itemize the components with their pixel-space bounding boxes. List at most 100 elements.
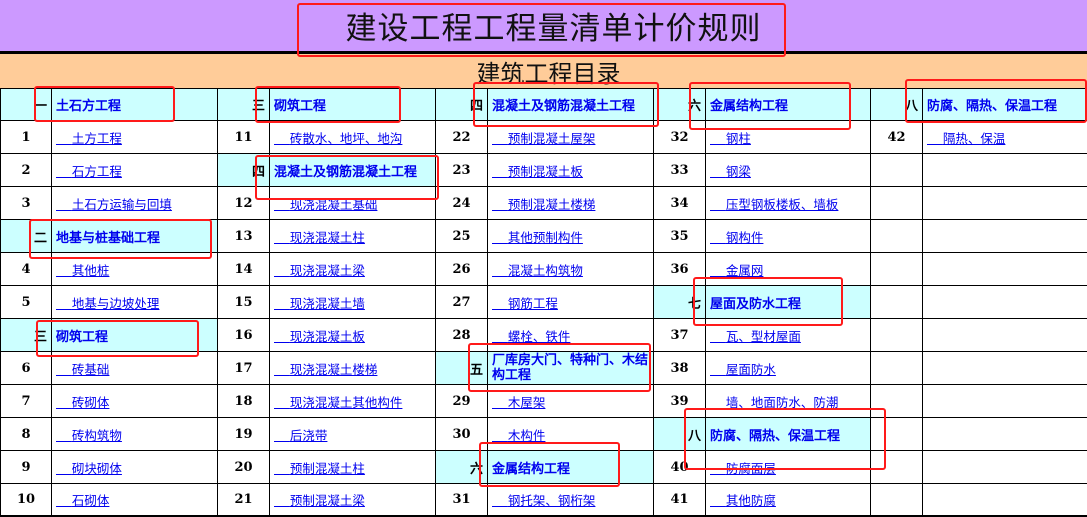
item-link[interactable]: 现浇混凝土柱 [274,230,365,245]
item-link[interactable]: 现浇混凝土楼梯 [274,362,378,377]
item-number: 33 [653,153,706,187]
item-link[interactable]: 土石方运输与回填 [56,197,172,212]
section-number: 四 [435,88,488,121]
item-cell: 钢梁 [705,153,871,187]
empty-cell [870,351,923,385]
item-link[interactable]: 螺栓、铁件 [492,329,571,344]
item-number: 2 [0,153,52,187]
item-link[interactable]: 钢托架、钢桁架 [492,493,596,508]
empty-cell [870,153,923,187]
item-number: 9 [0,450,52,484]
section-number: 三 [217,88,270,121]
item-cell: 钢构件 [705,219,871,253]
item-link[interactable]: 其他预制构件 [492,230,583,245]
item-number: 10 [0,483,52,517]
item-link[interactable]: 屋面防水 [710,362,776,377]
item-link[interactable]: 防腐面层 [710,461,776,476]
item-link[interactable]: 钢柱 [710,131,751,146]
item-link[interactable]: 混凝土构筑物 [492,263,583,278]
item-cell: 土石方运输与回填 [51,186,218,220]
section-number: 六 [435,450,488,484]
item-link[interactable]: 现浇混凝土墙 [274,296,365,311]
item-link[interactable]: 砌块砌体 [56,461,122,476]
item-link[interactable]: 隔热、保温 [927,131,1006,146]
item-number: 11 [217,120,270,154]
item-link[interactable]: 预制混凝土柱 [274,461,365,476]
item-cell: 其他预制构件 [487,219,654,253]
table-row: 6 砖基础 17 现浇混凝土楼梯 五厂库房大门、特种门、木结构工程 38 屋面防水 [0,351,1087,385]
item-link[interactable]: 土方工程 [56,131,122,146]
item-link[interactable]: 后浇带 [274,428,328,443]
section-number: 七 [653,285,706,319]
table-row: 8 砖构筑物 19 后浇带 30 木构件 八防腐、隔热、保温工程 [0,417,1087,451]
item-link[interactable]: 其他桩 [56,263,110,278]
item-cell: 现浇混凝土楼梯 [269,351,436,385]
item-number: 42 [870,120,923,154]
item-link[interactable]: 金属网 [710,263,764,278]
section-heading: 混凝土及钢筋混凝土工程 [487,88,654,121]
item-link[interactable]: 预制混凝土梁 [274,493,365,508]
item-link[interactable]: 钢构件 [710,230,764,245]
item-link[interactable]: 现浇混凝土其他构件 [274,395,403,410]
item-number: 41 [653,483,706,517]
item-link[interactable]: 现浇混凝土板 [274,329,365,344]
item-number: 3 [0,186,52,220]
table-row: 2 石方工程 四混凝土及钢筋混凝土工程 23 预制混凝土板 33 钢梁 [0,153,1087,187]
table-row: 7 砖砌体 18 现浇混凝土其他构件 29 木屋架 39 墙、地面防水、防潮 [0,384,1087,418]
item-link[interactable]: 预制混凝土楼梯 [492,197,596,212]
item-cell: 预制混凝土板 [487,153,654,187]
empty-cell [922,285,1087,319]
section-number: 六 [653,88,706,121]
item-cell: 砖基础 [51,351,218,385]
item-number: 21 [217,483,270,517]
section-heading: 土石方工程 [51,88,218,121]
item-cell: 石方工程 [51,153,218,187]
item-link[interactable]: 瓦、型材屋面 [710,329,801,344]
item-link[interactable]: 木屋架 [492,395,546,410]
item-cell: 木屋架 [487,384,654,418]
item-cell: 其他桩 [51,252,218,286]
item-link[interactable]: 预制混凝土板 [492,164,583,179]
item-cell: 现浇混凝土其他构件 [269,384,436,418]
item-link[interactable]: 砖散水、地坪、地沟 [274,131,403,146]
item-link[interactable]: 砖构筑物 [56,428,122,443]
empty-cell [922,318,1087,352]
item-number: 26 [435,252,488,286]
section-number: 四 [217,153,270,187]
item-number: 1 [0,120,52,154]
item-link[interactable]: 木构件 [492,428,546,443]
empty-cell [922,219,1087,253]
empty-cell [922,483,1087,517]
item-cell: 砖构筑物 [51,417,218,451]
empty-cell [870,483,923,517]
item-cell: 压型钢板楼板、墙板 [705,186,871,220]
item-cell: 防腐面层 [705,450,871,484]
empty-cell [922,186,1087,220]
item-cell: 土方工程 [51,120,218,154]
section-heading: 金属结构工程 [705,88,871,121]
item-cell: 石砌体 [51,483,218,517]
item-link[interactable]: 现浇混凝土基础 [274,197,378,212]
item-link[interactable]: 砖砌体 [56,395,110,410]
table-row: 三砌筑工程 16 现浇混凝土板 28 螺栓、铁件 37 瓦、型材屋面 [0,318,1087,352]
item-number: 27 [435,285,488,319]
section-heading: 防腐、隔热、保温工程 [922,88,1087,121]
section-heading: 屋面及防水工程 [705,285,871,319]
section-number: 八 [870,88,923,121]
item-link[interactable]: 地基与边坡处理 [56,296,160,311]
item-cell: 现浇混凝土柱 [269,219,436,253]
item-link[interactable]: 砖基础 [56,362,110,377]
item-link[interactable]: 预制混凝土屋架 [492,131,596,146]
item-link[interactable]: 压型钢板楼板、墙板 [710,197,839,212]
catalog-table: 一土石方工程三砌筑工程四混凝土及钢筋混凝土工程六金属结构工程八防腐、隔热、保温工… [0,88,1087,517]
title-band: 建设工程工程量清单计价规则 [0,0,1087,54]
item-link[interactable]: 墙、地面防水、防潮 [710,395,839,410]
item-link[interactable]: 石方工程 [56,164,122,179]
item-link[interactable]: 钢梁 [710,164,751,179]
item-link[interactable]: 石砌体 [56,493,110,508]
item-link[interactable]: 其他防腐 [710,493,776,508]
item-number: 14 [217,252,270,286]
empty-cell [922,252,1087,286]
item-link[interactable]: 现浇混凝土梁 [274,263,365,278]
item-link[interactable]: 钢筋工程 [492,296,558,311]
